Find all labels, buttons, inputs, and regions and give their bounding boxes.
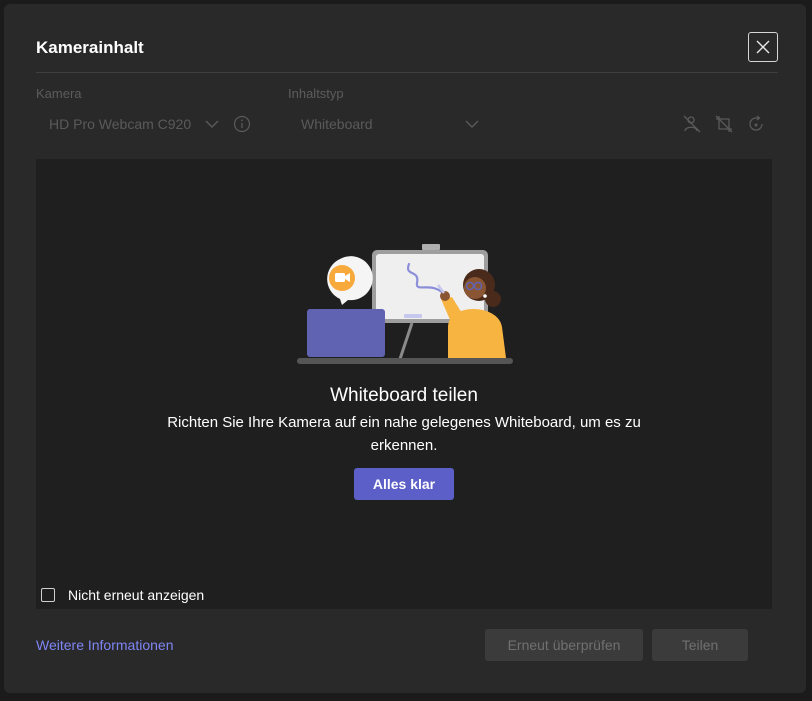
whiteboard-illustration xyxy=(297,244,513,364)
rotate-icon[interactable] xyxy=(746,114,766,134)
hide-person-icon[interactable] xyxy=(682,114,702,134)
chevron-down-icon xyxy=(205,120,219,128)
crop-off-icon[interactable] xyxy=(714,114,734,134)
header-divider xyxy=(36,72,778,73)
info-icon[interactable] xyxy=(233,115,251,133)
close-icon xyxy=(756,40,770,54)
camera-content-dialog: Kamerainhalt Kamera HD Pro Webcam C920 I… xyxy=(4,4,806,693)
chevron-down-icon xyxy=(465,120,479,128)
camera-select[interactable]: HD Pro Webcam C920 xyxy=(49,112,251,136)
close-button[interactable] xyxy=(748,32,778,62)
dont-show-again[interactable]: Nicht erneut anzeigen xyxy=(41,587,204,603)
preview-description: Richten Sie Ihre Kamera auf ein nahe gel… xyxy=(167,414,641,454)
dialog-title: Kamerainhalt xyxy=(36,38,144,57)
ok-button[interactable]: Alles klar xyxy=(354,468,454,500)
camera-label: Kamera xyxy=(36,86,82,101)
dont-show-again-checkbox[interactable] xyxy=(41,588,55,602)
camera-select-value: HD Pro Webcam C920 xyxy=(49,116,192,132)
camera-preview: Whiteboard teilen Richten Sie Ihre Kamer… xyxy=(36,159,772,609)
recheck-button[interactable]: Erneut überprüfen xyxy=(485,629,643,661)
more-info-link[interactable]: Weitere Informationen xyxy=(36,637,173,653)
preview-headline: Whiteboard teilen xyxy=(330,385,478,406)
content-type-select-value: Whiteboard xyxy=(301,116,373,132)
content-type-label: Inhaltstyp xyxy=(288,86,344,101)
share-button[interactable]: Teilen xyxy=(652,629,748,661)
content-type-select[interactable]: Whiteboard xyxy=(301,112,479,136)
dont-show-again-label: Nicht erneut anzeigen xyxy=(68,587,205,603)
